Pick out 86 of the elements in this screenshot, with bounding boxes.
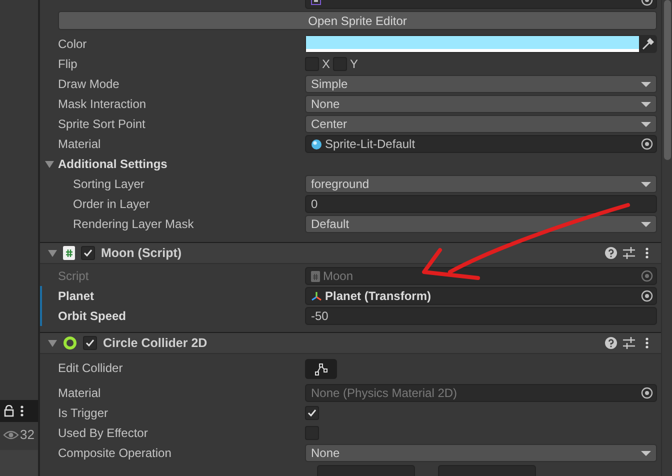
- component-title: Moon (Script): [101, 244, 183, 262]
- checkmark-icon: [307, 408, 317, 418]
- caret-icon: [641, 182, 651, 186]
- edit-collider-button[interactable]: [305, 359, 337, 379]
- sphere-icon: [311, 138, 322, 150]
- axis-label: Y: [350, 56, 358, 73]
- object-picker-icon[interactable]: [641, 387, 653, 399]
- section-title: Additional Settings: [58, 156, 168, 173]
- foldout-triangle-icon[interactable]: [48, 338, 57, 348]
- foldout-triangle-icon[interactable]: [48, 248, 57, 258]
- dropdown-value: foreground: [311, 176, 370, 193]
- polygon-collider-icon: [314, 362, 328, 376]
- sliders-icon[interactable]: [623, 337, 635, 349]
- caret-icon: [641, 222, 651, 226]
- help-icon[interactable]: [605, 337, 617, 349]
- component-header[interactable]: Circle Collider 2D: [40, 332, 661, 354]
- visibility-count: 32: [20, 426, 34, 444]
- object-field[interactable]: None (Physics Material 2D): [305, 384, 657, 402]
- field-label: Flip: [58, 57, 78, 71]
- caret-icon: [641, 102, 651, 106]
- object-picker-icon[interactable]: [641, 138, 653, 150]
- checkmark-icon: [85, 338, 95, 348]
- field-label: Color: [58, 37, 87, 51]
- object-value: Planet (Transform): [325, 288, 432, 305]
- field-label: Material: [58, 137, 101, 151]
- object-picker-icon[interactable]: [641, 290, 653, 302]
- more-options-icon[interactable]: [20, 405, 24, 417]
- more-options-icon[interactable]: [645, 247, 649, 259]
- field-label: Rendering Layer Mask: [73, 217, 194, 231]
- circle-icon: [63, 336, 77, 350]
- field-label: Composite Operation: [58, 446, 172, 460]
- eyedropper-icon[interactable]: [641, 38, 654, 50]
- field-label: Sorting Layer: [73, 177, 144, 191]
- field-label: Order in Layer: [73, 197, 150, 211]
- sliders-icon[interactable]: [623, 247, 635, 259]
- field-label: Is Trigger: [58, 406, 108, 420]
- dropdown[interactable]: None: [305, 444, 657, 462]
- dropdown[interactable]: foreground: [305, 175, 657, 193]
- dropdown-value: Simple: [311, 76, 348, 93]
- caret-icon: [641, 82, 651, 86]
- dropdown[interactable]: Default: [305, 215, 657, 233]
- object-field[interactable]: Sprite-Lit-Default: [305, 135, 657, 153]
- open-sprite-editor-button[interactable]: Open Sprite Editor: [58, 10, 657, 30]
- color-field[interactable]: [305, 35, 657, 53]
- script-icon: [311, 270, 320, 282]
- dropdown-value: None: [311, 96, 340, 113]
- field-label: Used By Effector: [58, 426, 148, 440]
- object-field[interactable]: Planet (Transform): [305, 287, 657, 305]
- field-label: Mask Interaction: [58, 97, 146, 111]
- color-swatch[interactable]: [306, 36, 639, 52]
- field-label: Edit Collider: [58, 361, 123, 375]
- checkbox[interactable]: [305, 406, 319, 420]
- object-value: None (Physics Material 2D): [311, 385, 458, 402]
- script-icon: [63, 246, 75, 260]
- object-value: Sprite-Lit-Default: [325, 136, 416, 153]
- dropdown[interactable]: None: [305, 95, 657, 113]
- lock-icon[interactable]: [4, 405, 14, 417]
- component-title: Circle Collider 2D: [103, 334, 208, 352]
- checkbox[interactable]: [81, 246, 95, 260]
- caret-icon: [641, 450, 651, 456]
- scrollbar-thumb[interactable]: [664, 0, 670, 160]
- axis-label: X: [322, 56, 330, 73]
- field-label: Planet: [58, 289, 94, 303]
- caret-icon: [641, 122, 651, 126]
- field-label: Material: [58, 386, 101, 400]
- field-label: Sprite Sort Point: [58, 117, 146, 131]
- help-icon[interactable]: [605, 247, 617, 259]
- dropdown-value: Default: [311, 216, 350, 233]
- number-field[interactable]: 0: [305, 195, 657, 213]
- eye-icon: [3, 429, 19, 441]
- component-header[interactable]: Moon (Script): [40, 242, 661, 264]
- panel-background: [0, 450, 38, 476]
- field-label: Orbit Speed: [58, 309, 126, 323]
- dropdown[interactable]: Center: [305, 115, 657, 133]
- dropdown-value: None: [311, 445, 340, 462]
- dropdown[interactable]: Simple: [305, 75, 657, 93]
- field-label: Script: [58, 269, 89, 283]
- field-label: Draw Mode: [58, 77, 120, 91]
- checkbox[interactable]: [83, 336, 97, 350]
- axes-icon: [311, 291, 322, 301]
- foldout-triangle-icon[interactable]: [45, 160, 54, 168]
- number-field[interactable]: -50: [305, 307, 657, 325]
- checkmark-icon: [83, 248, 93, 258]
- object-value: Moon: [323, 268, 354, 285]
- more-options-icon[interactable]: [645, 337, 649, 349]
- dropdown-value: Center: [311, 116, 348, 133]
